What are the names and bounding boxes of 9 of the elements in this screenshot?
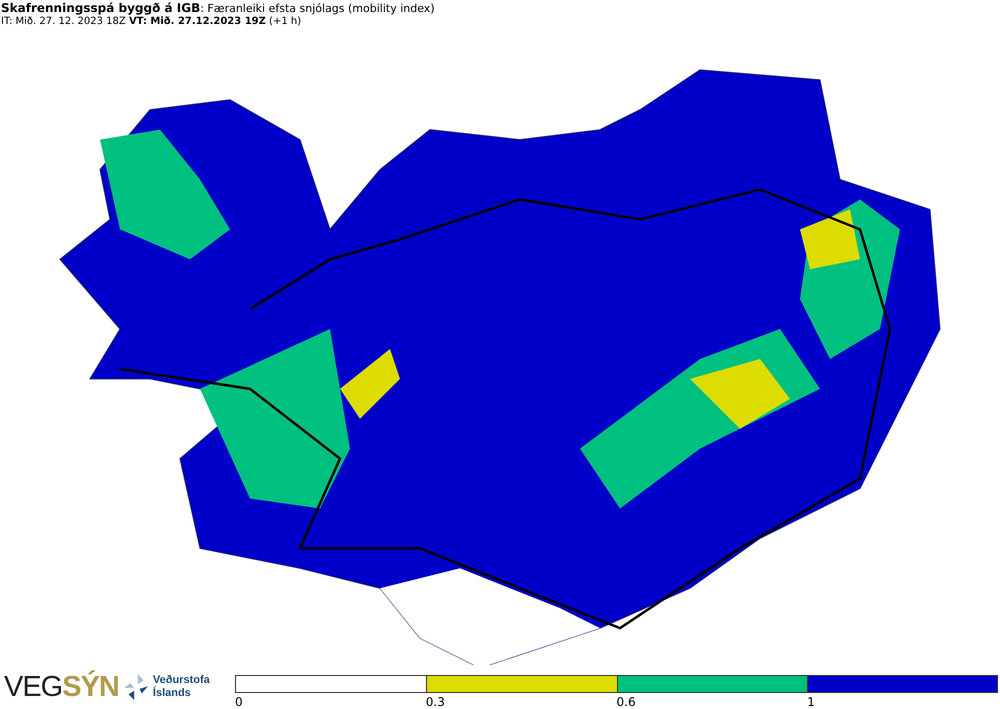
legend-tick-label: 0.3 (426, 695, 445, 709)
legend-tick-label: 0 (235, 695, 243, 709)
forecast-time: IT: Mið. 27. 12. 2023 18Z VT: Mið. 27.12.2023 19Z (+1 h) (1, 15, 302, 28)
legend-tick-label: 1 (807, 695, 815, 709)
vegsyn-logo: VEGSÝN (4, 671, 119, 703)
vedurstofa-logo: Veðurstofa Íslands (152, 674, 210, 700)
arrows-icon (122, 673, 149, 701)
map-title: Skafrenningsspá byggð á IGB: Færanleiki efsta snjólags (mobility index) (1, 2, 436, 15)
legend-tick-label: 0.6 (616, 695, 636, 709)
